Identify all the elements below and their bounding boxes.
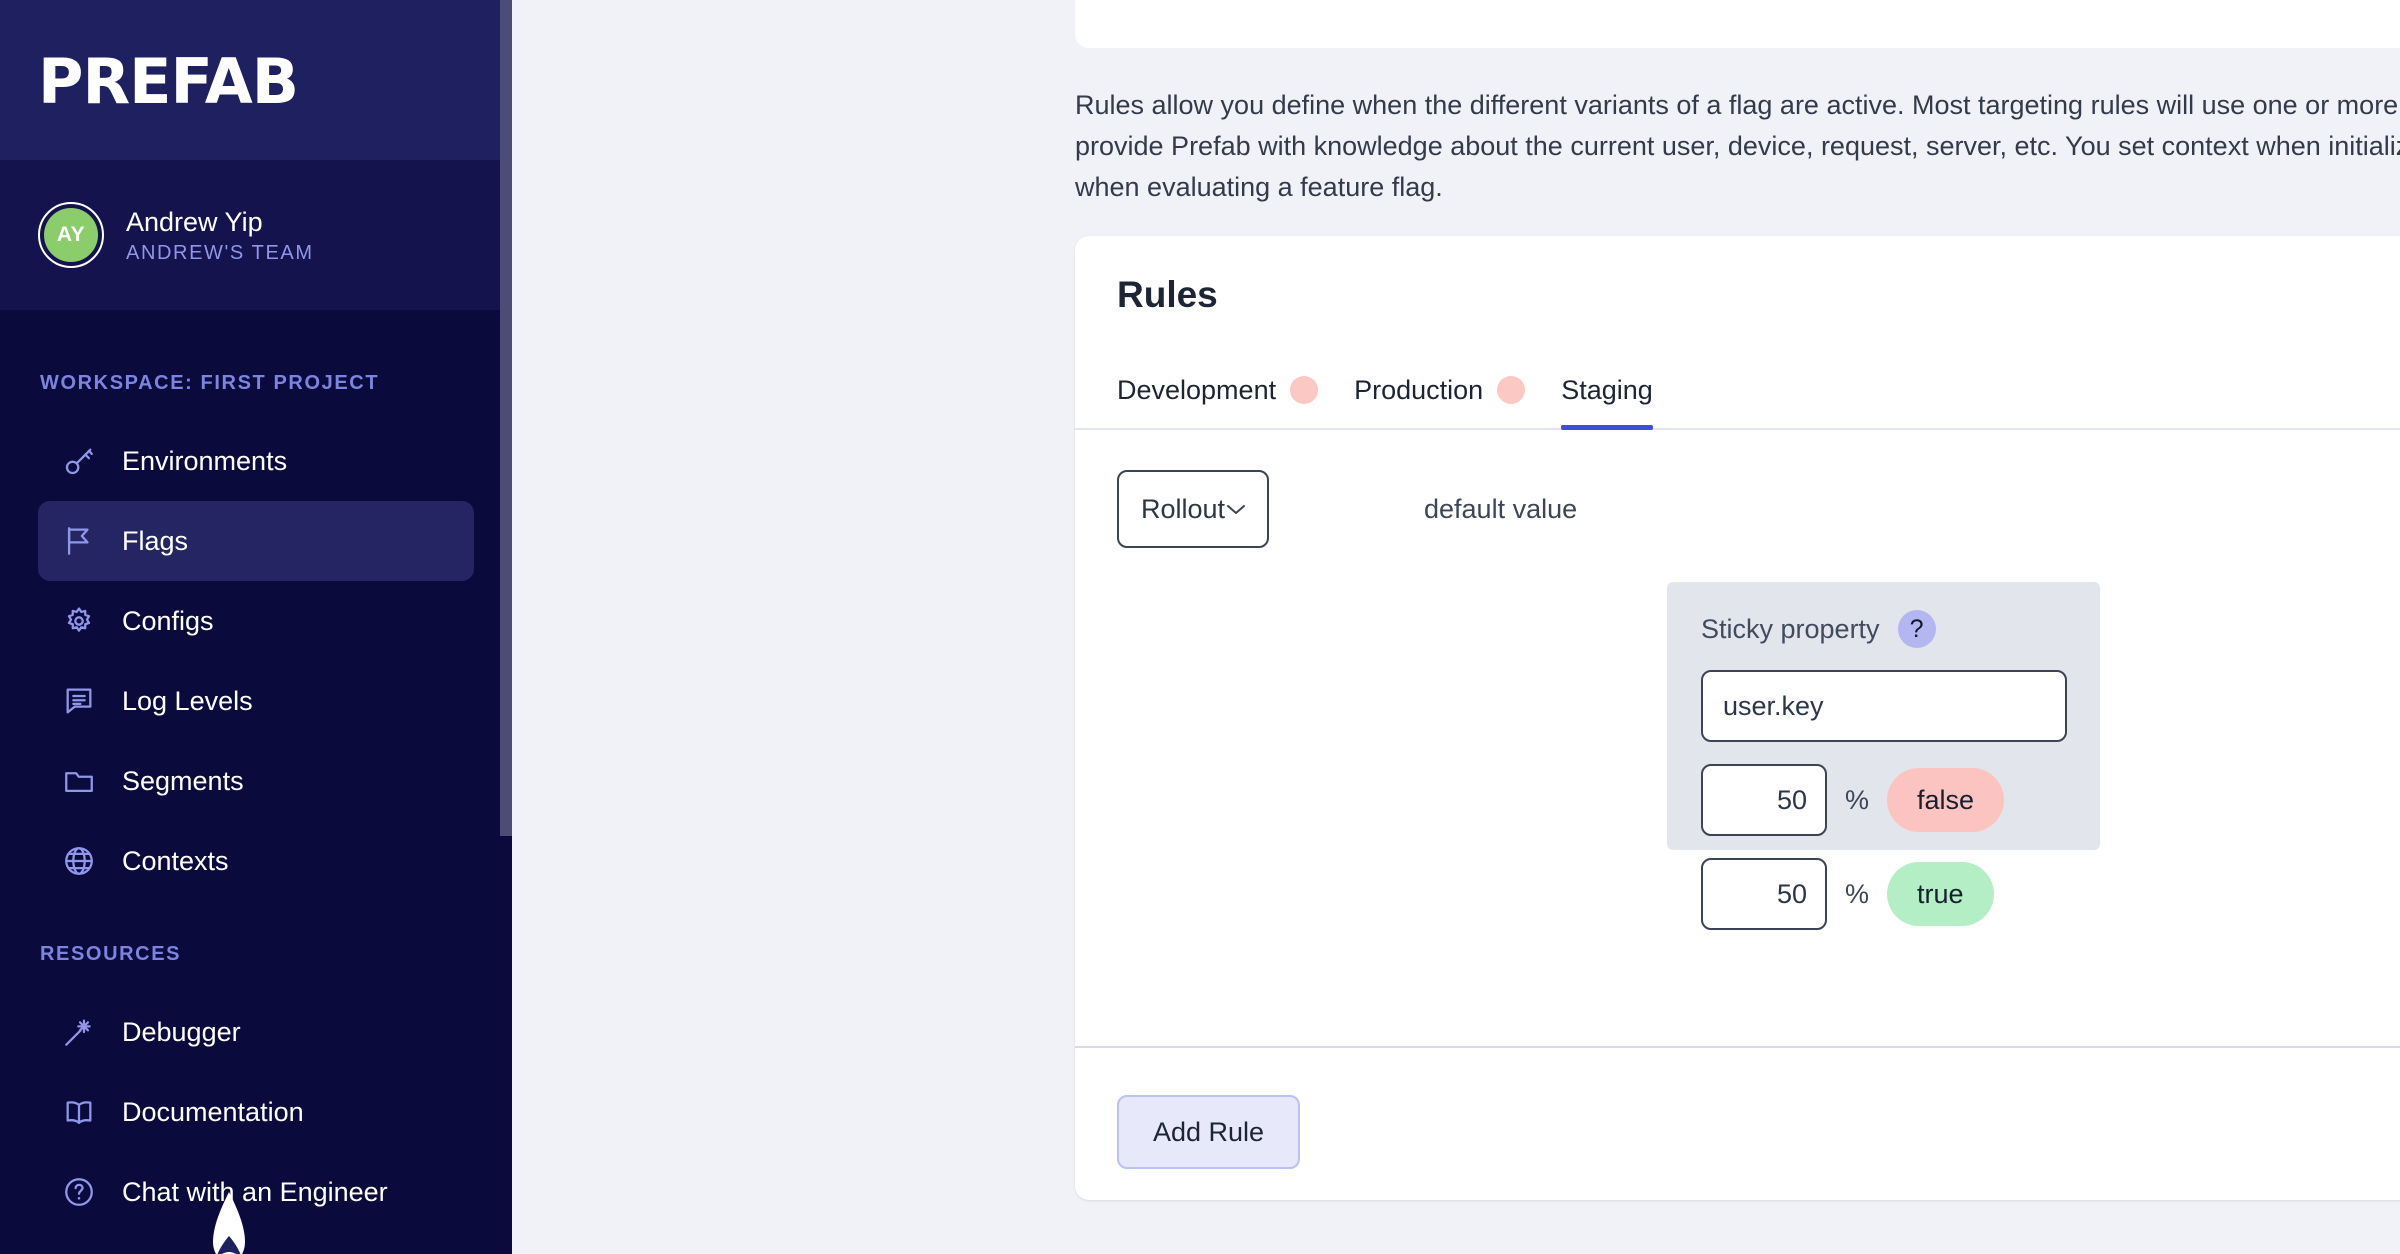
sticky-property-header: Sticky property ? bbox=[1701, 610, 2100, 648]
percent-sign: % bbox=[1845, 879, 1870, 909]
app-root: PREFAB AY Andrew Yip ANDREW'S TEAM WORKS… bbox=[0, 0, 2400, 1254]
tab-status-dot bbox=[1497, 376, 1526, 404]
sidebar-item-label: Segments bbox=[122, 766, 244, 796]
open-book-icon bbox=[60, 1093, 98, 1131]
tab-status-dot bbox=[1290, 376, 1319, 404]
globe-icon bbox=[60, 842, 98, 880]
rules-card-footer: Add Rule bbox=[1075, 1048, 2400, 1200]
rule-top-row: Rollout default value bbox=[1117, 470, 2400, 548]
sidebar-scrollbar-thumb[interactable] bbox=[500, 0, 512, 836]
user-team: ANDREW'S TEAM bbox=[126, 241, 314, 264]
tab-development[interactable]: Development bbox=[1117, 374, 1336, 428]
avatar: AY bbox=[38, 202, 104, 268]
allocation-row-false: % false bbox=[1701, 764, 2100, 836]
percent-sign: % bbox=[1845, 785, 1870, 815]
resources-section-label: RESOURCES bbox=[40, 943, 182, 965]
environment-tabs: Development Production Staging bbox=[1075, 354, 2400, 430]
tab-label: Development bbox=[1117, 375, 1277, 405]
sidebar-item-documentation[interactable]: Documentation bbox=[38, 1072, 474, 1152]
rules-intro-paragraph: Rules allow you define when the differen… bbox=[1075, 85, 2400, 208]
prefab-logo[interactable]: PREFAB bbox=[38, 45, 299, 1254]
brand-wordmark: PREFAB bbox=[38, 45, 299, 118]
workspace-section-label: WORKSPACE: FIRST PROJECT bbox=[40, 372, 380, 394]
sidebar-item-log-levels[interactable]: Log Levels bbox=[38, 661, 474, 741]
key-icon bbox=[60, 442, 98, 480]
variant-pill-true[interactable]: true bbox=[1887, 862, 1994, 926]
rule-type-value: Rollout bbox=[1141, 494, 1226, 524]
default-value-label: default value bbox=[1424, 494, 1578, 524]
magic-wand-icon bbox=[60, 1013, 98, 1051]
tab-label: Staging bbox=[1561, 375, 1653, 405]
sidebar-item-configs[interactable]: Configs bbox=[38, 581, 474, 661]
folder-icon bbox=[60, 762, 98, 800]
gear-icon bbox=[60, 602, 98, 640]
sidebar-item-contexts[interactable]: Contexts bbox=[38, 821, 474, 901]
tab-staging[interactable]: Staging bbox=[1543, 374, 1671, 430]
help-icon[interactable]: ? bbox=[1897, 610, 1936, 648]
sidebar-item-label: Contexts bbox=[122, 846, 229, 876]
sidebar-item-label: Flags bbox=[122, 526, 189, 556]
allocation-percent-input[interactable] bbox=[1701, 858, 1827, 930]
sticky-property-panel: Sticky property ? % false % true bbox=[1667, 582, 2100, 930]
avatar-initials: AY bbox=[44, 208, 98, 262]
sidebar-item-label: Environments bbox=[122, 446, 288, 476]
sidebar: PREFAB AY Andrew Yip ANDREW'S TEAM WORKS… bbox=[0, 0, 512, 1254]
sticky-property-input[interactable] bbox=[1701, 670, 2067, 742]
intro-text-part1: Rules allow you define when the differen… bbox=[1075, 90, 2400, 120]
brand-header[interactable]: PREFAB bbox=[0, 0, 512, 1254]
sidebar-item-debugger[interactable]: Debugger bbox=[38, 992, 474, 1072]
question-circle-icon bbox=[60, 1173, 98, 1211]
user-name: Andrew Yip bbox=[126, 206, 263, 237]
allocation-row-true: % true bbox=[1701, 858, 2100, 930]
chat-lines-icon bbox=[60, 682, 98, 720]
tab-production[interactable]: Production bbox=[1336, 374, 1543, 428]
sidebar-item-flags[interactable]: Flags bbox=[38, 501, 474, 581]
sticky-property-label: Sticky property bbox=[1701, 614, 1880, 644]
rule-type-select[interactable]: Rollout bbox=[1117, 470, 1269, 548]
sidebar-item-segments[interactable]: Segments bbox=[38, 741, 474, 821]
rules-card: Rules Discard Changes Save Development P… bbox=[1075, 236, 2400, 1200]
sidebar-item-environments[interactable]: Environments bbox=[38, 421, 474, 501]
rules-card-header: Rules Discard Changes Save bbox=[1075, 236, 2400, 354]
flag-icon bbox=[60, 522, 98, 560]
chevron-down-icon bbox=[1227, 505, 1246, 514]
allocation-percent-input[interactable] bbox=[1701, 764, 1827, 836]
sidebar-item-label: Debugger bbox=[122, 1017, 241, 1047]
sidebar-item-label: Log Levels bbox=[122, 686, 253, 716]
main-content: Rules allow you define when the differen… bbox=[512, 0, 2400, 1254]
workspace-nav: Environments Flags Configs Log Levels Se… bbox=[0, 421, 512, 901]
sidebar-scrollbar[interactable] bbox=[500, 0, 512, 1254]
rule-editor-body: Rollout default value Sticky property ? bbox=[1075, 430, 2400, 1048]
tab-label: Production bbox=[1354, 375, 1484, 405]
add-rule-button[interactable]: Add Rule bbox=[1117, 1095, 1301, 1169]
sidebar-item-label: Documentation bbox=[122, 1097, 304, 1127]
page-title: Rules bbox=[1117, 274, 1218, 315]
user-meta: Andrew Yip ANDREW'S TEAM bbox=[126, 206, 314, 265]
sidebar-item-label: Configs bbox=[122, 606, 214, 636]
user-profile[interactable]: AY Andrew Yip ANDREW'S TEAM bbox=[0, 160, 512, 310]
prefab-starfleet-badge-icon bbox=[213, 1192, 245, 1254]
previous-card-bottom-edge bbox=[1075, 0, 2400, 48]
variant-pill-false[interactable]: false bbox=[1887, 768, 2005, 832]
